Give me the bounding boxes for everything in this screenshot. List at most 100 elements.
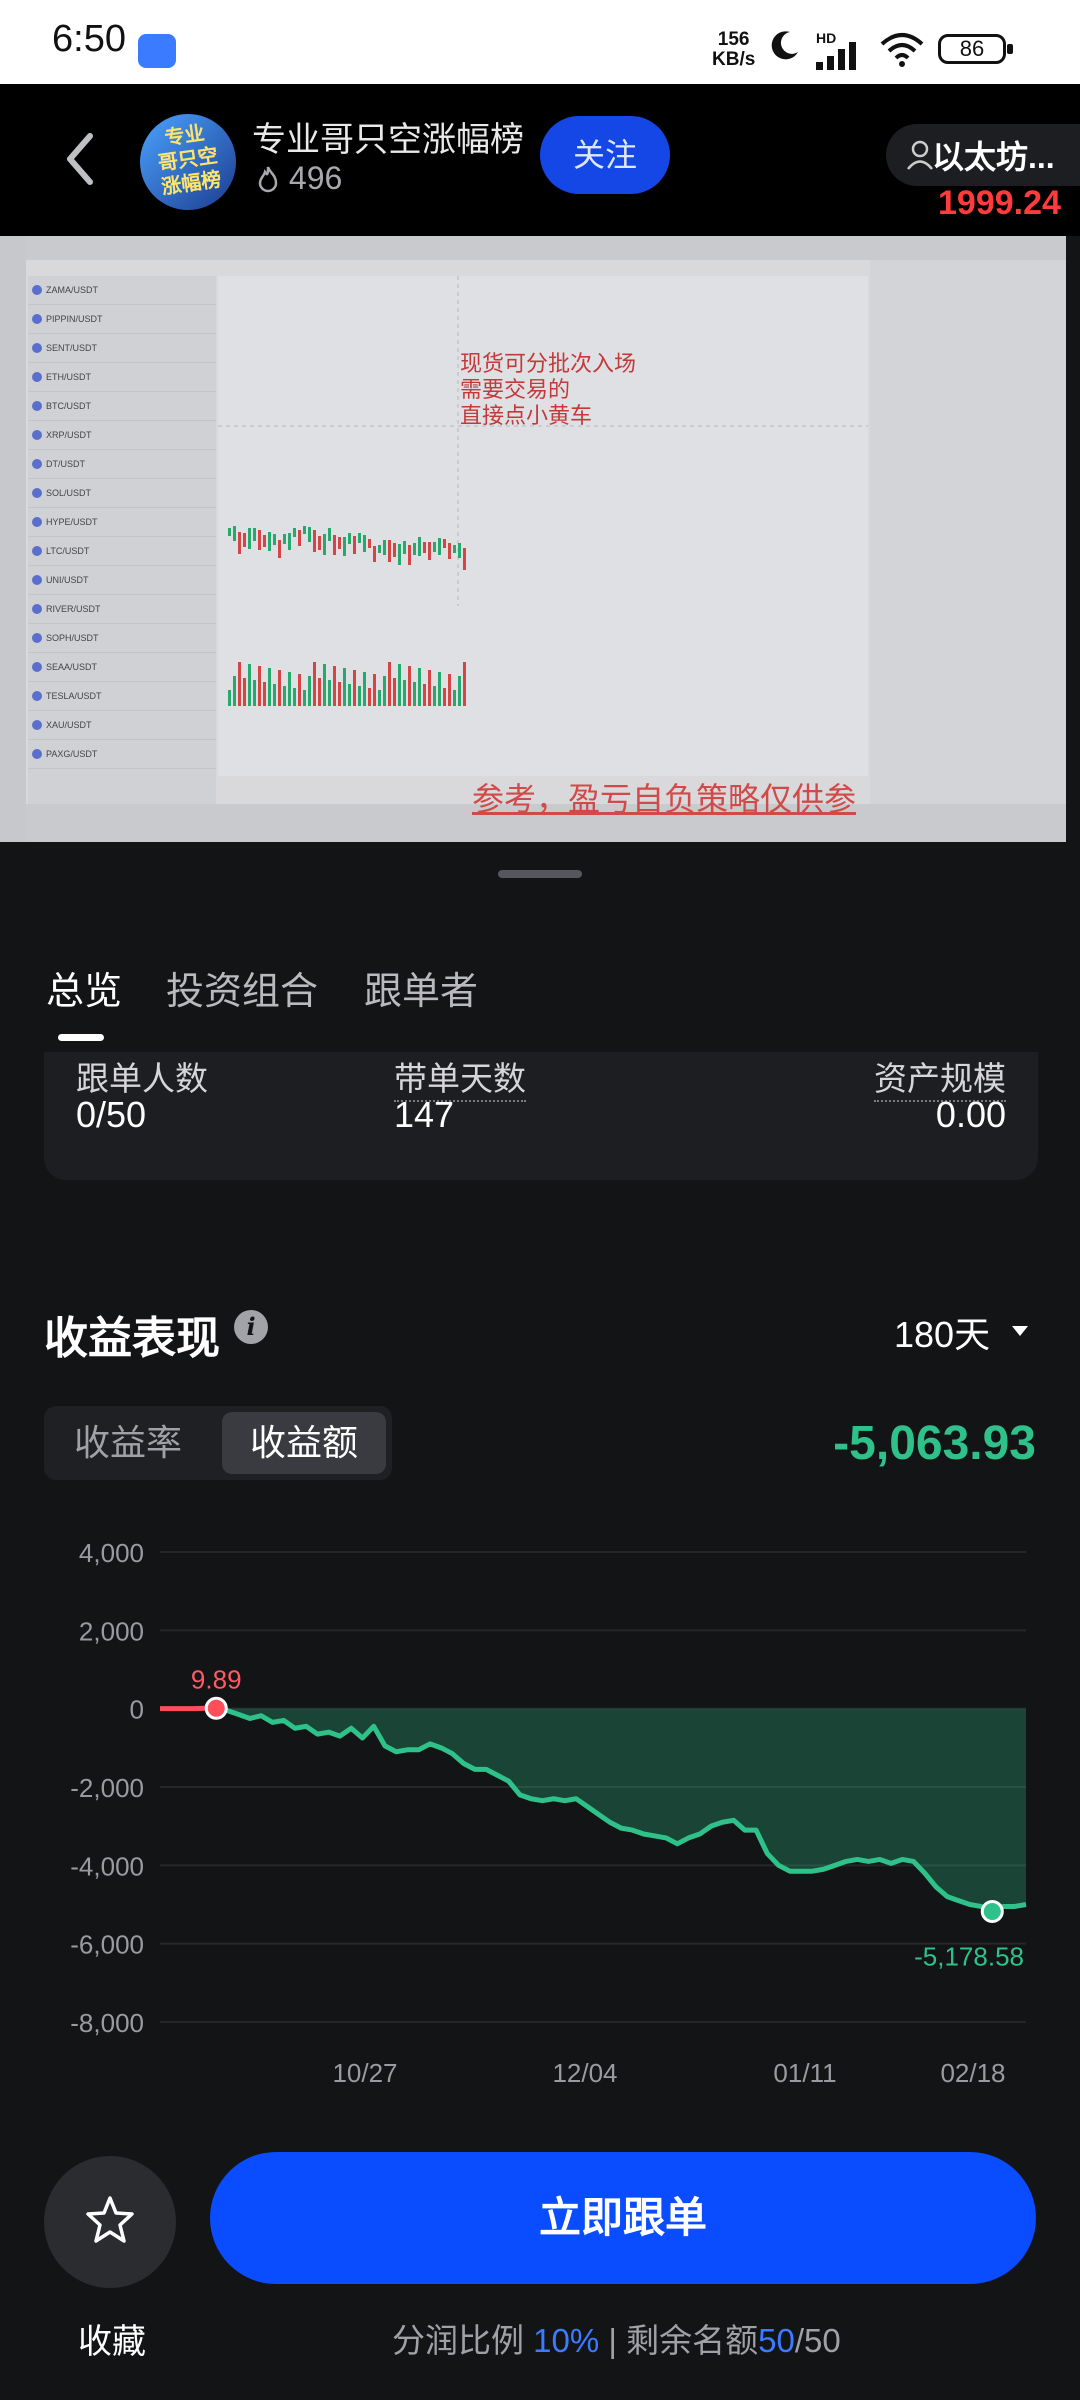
tab-overview[interactable]: 总览 bbox=[46, 960, 122, 1015]
stream-volume-bar bbox=[278, 670, 281, 706]
stream-market-row: RIVER/USDT bbox=[28, 595, 216, 624]
stream-volume-bar bbox=[228, 690, 231, 706]
y-tick-label: 0 bbox=[130, 1695, 144, 1725]
trader-avatar[interactable]: 专业 哥只空 涨幅榜 bbox=[140, 114, 236, 210]
y-tick-label: 4,000 bbox=[79, 1538, 144, 1568]
quota-label: 剩余名额 bbox=[626, 2322, 759, 2359]
pnl-chart[interactable]: 4,000 2,000 0 -2,000 -4,000 -6,000 -8,000 10/27… bbox=[0, 1520, 1080, 2100]
network-speed: 156 KB/s bbox=[712, 30, 755, 70]
favorite-button[interactable] bbox=[44, 2156, 176, 2288]
coin-name[interactable]: 以太坊... bbox=[932, 132, 1055, 178]
stream-volume-bar bbox=[283, 686, 286, 706]
stream-volume-bar bbox=[418, 668, 421, 706]
stream-candle bbox=[338, 537, 341, 549]
stat-value-followers: 0/50 bbox=[76, 1094, 147, 1135]
wifi-icon bbox=[880, 33, 924, 67]
stream-volume-bar bbox=[293, 688, 296, 706]
stream-candle bbox=[428, 542, 431, 560]
min-point-marker bbox=[980, 1899, 1004, 1923]
stream-candle bbox=[433, 542, 436, 552]
stream-candle bbox=[248, 528, 251, 549]
stream-candle bbox=[413, 543, 416, 555]
stream-volume-bar bbox=[353, 670, 356, 706]
tab-portfolio[interactable]: 投资组合 bbox=[166, 960, 318, 1015]
stream-volume-bar bbox=[328, 680, 331, 706]
stream-volume-bar bbox=[248, 664, 251, 706]
caret-down-icon[interactable] bbox=[1012, 1326, 1028, 1336]
stream-volume-bar bbox=[448, 674, 451, 706]
copy-terms: 分润比例 10% | 剩余名额50/50 bbox=[392, 2314, 841, 2362]
toggle-return-rate[interactable]: 收益率 bbox=[50, 1412, 206, 1474]
do-not-disturb-moon-icon bbox=[771, 31, 798, 60]
stream-market-row: DT/USDT bbox=[28, 450, 216, 479]
stream-market-row: PIPPIN/USDT bbox=[28, 305, 216, 334]
stream-candle bbox=[228, 528, 231, 536]
period-selector[interactable]: 180天 bbox=[894, 1306, 990, 1358]
stream-volume-bar bbox=[313, 662, 316, 706]
stream-volume-bar bbox=[348, 684, 351, 706]
stream-candle bbox=[288, 533, 291, 550]
stats-card: 跟单人数 0/50 带单天数 147 资产规模 0.00 bbox=[44, 1052, 1038, 1180]
stream-volume-bar bbox=[388, 662, 391, 706]
stream-candle bbox=[353, 536, 356, 554]
stream-volume-bar bbox=[258, 666, 261, 706]
stat-label-followers: 跟单人数 bbox=[76, 1060, 208, 1097]
sheet-drag-handle[interactable] bbox=[498, 870, 582, 878]
back-arrow-icon[interactable] bbox=[60, 124, 100, 194]
stream-candle bbox=[293, 528, 296, 537]
hot-count: 496 bbox=[256, 160, 342, 197]
stream-candle bbox=[463, 548, 466, 570]
stream-volume-bar bbox=[238, 662, 241, 706]
coin-price: 1999.24 bbox=[938, 184, 1061, 222]
app-notification-icon bbox=[138, 34, 176, 68]
stream-candle bbox=[423, 542, 426, 553]
stream-candle bbox=[383, 540, 386, 555]
stream-volume-bar bbox=[443, 688, 446, 706]
follow-button[interactable]: 关注 bbox=[540, 116, 670, 194]
network-speed-value: 156 bbox=[717, 29, 750, 50]
stream-market-row: HYPE/USDT bbox=[28, 508, 216, 537]
quota-used: 50 bbox=[758, 2322, 795, 2359]
stream-candle bbox=[388, 540, 391, 562]
max-point-label: 9.89 bbox=[191, 1664, 242, 1694]
stream-volume-bar bbox=[273, 684, 276, 706]
person-icon bbox=[907, 140, 933, 170]
y-tick-label: -2,000 bbox=[70, 1773, 144, 1803]
copy-trade-button[interactable]: 立即跟单 bbox=[210, 2152, 1036, 2284]
stream-candle bbox=[368, 539, 371, 548]
stream-candle bbox=[358, 533, 361, 543]
battery-icon: 86 bbox=[938, 34, 1013, 64]
stream-orderbook bbox=[870, 260, 1066, 842]
stream-candle bbox=[258, 530, 261, 550]
network-speed-unit: KB/s bbox=[712, 49, 756, 70]
stream-candle bbox=[363, 535, 366, 552]
stream-candle bbox=[308, 527, 311, 542]
stream-candle bbox=[303, 526, 306, 534]
stream-candle bbox=[333, 535, 336, 555]
stream-volume-bar bbox=[378, 690, 381, 706]
toggle-return-amount[interactable]: 收益额 bbox=[222, 1412, 386, 1474]
pnl-area bbox=[216, 1708, 1026, 1912]
stream-candle bbox=[318, 536, 321, 550]
stream-candle bbox=[283, 534, 286, 544]
live-stream-video[interactable]: ZAMA/USDT PIPPIN/USDT SENT/USDT ETH/USDT BTC… bbox=[0, 236, 1066, 842]
stream-candle bbox=[323, 534, 326, 555]
stream-candle bbox=[443, 539, 446, 548]
stream-candle bbox=[393, 543, 396, 557]
stream-volume-bar bbox=[318, 678, 321, 706]
star-icon bbox=[86, 2196, 134, 2243]
stream-volume-bar bbox=[263, 682, 266, 706]
stream-candle bbox=[398, 544, 401, 565]
stream-volume-bar bbox=[333, 666, 336, 706]
tab-followers[interactable]: 跟单者 bbox=[364, 960, 478, 1015]
stream-candle bbox=[438, 538, 441, 555]
stream-volume-bar bbox=[298, 674, 301, 706]
stream-candle bbox=[313, 530, 316, 552]
profit-share-label: 分润比例 bbox=[392, 2322, 524, 2359]
stream-volume-bar bbox=[308, 676, 311, 706]
info-icon[interactable]: i bbox=[234, 1310, 268, 1344]
stream-volume-bar bbox=[433, 686, 436, 706]
y-tick-label: -6,000 bbox=[70, 1930, 144, 1960]
stream-candle bbox=[273, 534, 276, 545]
stream-market-row: BTC/USDT bbox=[28, 392, 216, 421]
